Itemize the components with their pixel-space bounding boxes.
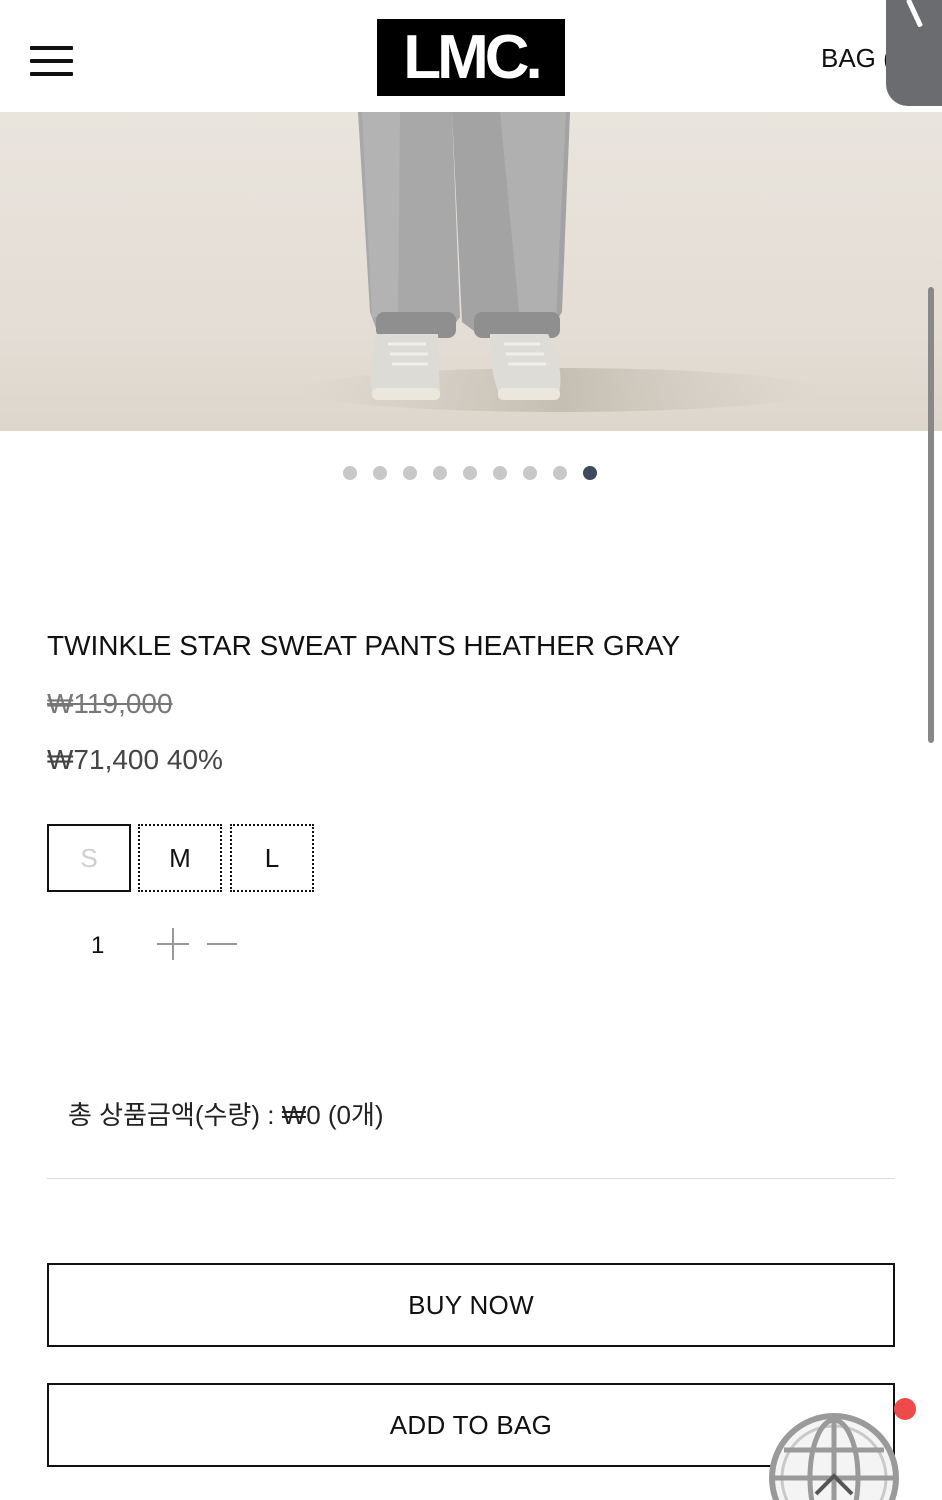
- sale-price: ₩71,400 40%: [47, 744, 223, 775]
- gallery-dot[interactable]: [493, 466, 507, 480]
- menu-bar: [30, 59, 73, 63]
- site-header: LMC. BAG (: [0, 0, 942, 112]
- gallery-dot[interactable]: [463, 466, 477, 480]
- gallery-dot[interactable]: [343, 466, 357, 480]
- product-title: TWINKLE STAR SWEAT PANTS HEATHER GRAY: [47, 630, 681, 661]
- original-price: ₩119,000: [47, 688, 173, 719]
- product-photo-illustration: [300, 112, 820, 412]
- notification-badge: [894, 1398, 916, 1420]
- gallery-dot[interactable]: [523, 466, 537, 480]
- gallery-pager: [343, 466, 597, 482]
- floating-widget[interactable]: [886, 0, 942, 106]
- gallery-dot[interactable]: [553, 466, 567, 480]
- gallery-dot[interactable]: [583, 466, 597, 480]
- quantity-value: 1: [91, 932, 105, 959]
- minus-icon[interactable]: [207, 943, 237, 945]
- menu-bar: [30, 72, 73, 76]
- buy-now-button[interactable]: BUY NOW: [47, 1263, 895, 1347]
- product-photo[interactable]: [0, 112, 942, 431]
- scrollbar[interactable]: [928, 287, 934, 743]
- brand-logo[interactable]: LMC.: [377, 19, 565, 96]
- size-option-s[interactable]: S: [47, 824, 131, 892]
- globe-icon[interactable]: [766, 1410, 902, 1500]
- gallery-dot[interactable]: [433, 466, 447, 480]
- product-page: LMC. BAG (TWINKLE STAR SWEAT PANTS HEAT…: [0, 0, 942, 1500]
- menu-icon[interactable]: [30, 46, 74, 76]
- gallery-dot[interactable]: [373, 466, 387, 480]
- divider: [47, 1178, 895, 1179]
- plus-icon[interactable]: [157, 928, 189, 960]
- size-option-m[interactable]: M: [138, 824, 222, 892]
- gallery-dot[interactable]: [403, 466, 417, 480]
- menu-bar: [30, 46, 73, 50]
- total-amount: 총 상품금액(수량) : ₩0 (0개): [68, 1100, 384, 1130]
- size-option-l[interactable]: L: [230, 824, 314, 892]
- bag-link[interactable]: BAG (: [821, 43, 892, 74]
